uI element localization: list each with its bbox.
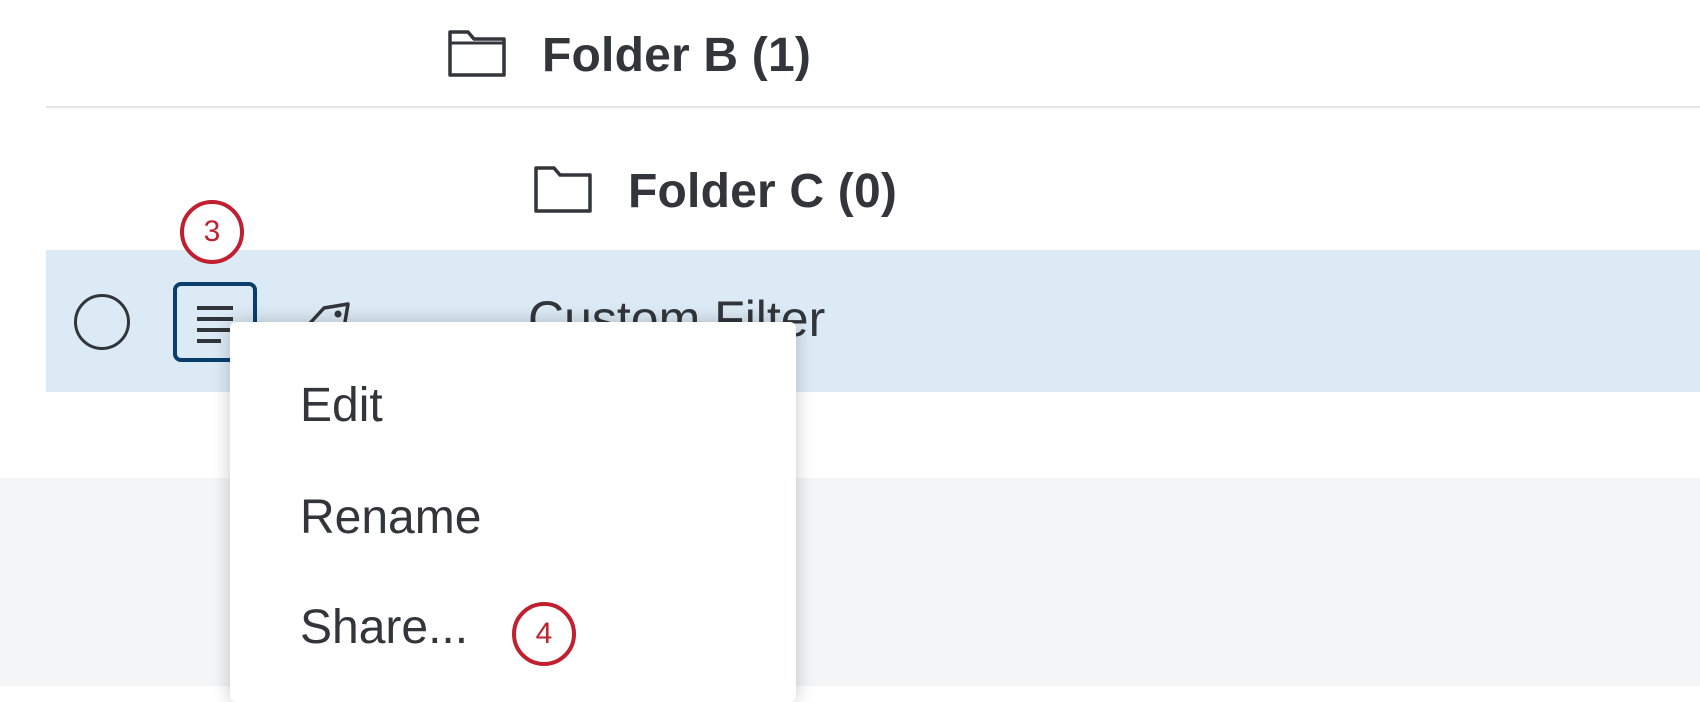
menu-item-label: Rename [300, 491, 482, 544]
menu-item-label: Share... [300, 601, 469, 654]
folder-row-c[interactable]: Folder C (0) [0, 150, 1700, 230]
context-menu: Edit Rename Share... 4 [230, 322, 796, 702]
menu-item-edit[interactable]: Edit [300, 378, 383, 433]
callout-number: 4 [535, 617, 553, 650]
radio-button[interactable] [74, 294, 130, 350]
folder-label: Folder C (0) [628, 165, 898, 218]
callout-badge-4: 4 [512, 602, 576, 666]
menu-item-rename[interactable]: Rename [300, 490, 481, 545]
menu-item-share[interactable]: Share... [300, 600, 468, 655]
callout-number: 3 [203, 215, 221, 248]
menu-item-label: Edit [300, 379, 383, 432]
folder-row-b[interactable]: Folder B (1) [0, 14, 1700, 94]
folder-icon [448, 30, 506, 77]
divider [46, 106, 1700, 108]
folder-label: Folder B (1) [542, 29, 812, 82]
folder-icon [534, 166, 592, 213]
callout-badge-3: 3 [180, 200, 244, 264]
